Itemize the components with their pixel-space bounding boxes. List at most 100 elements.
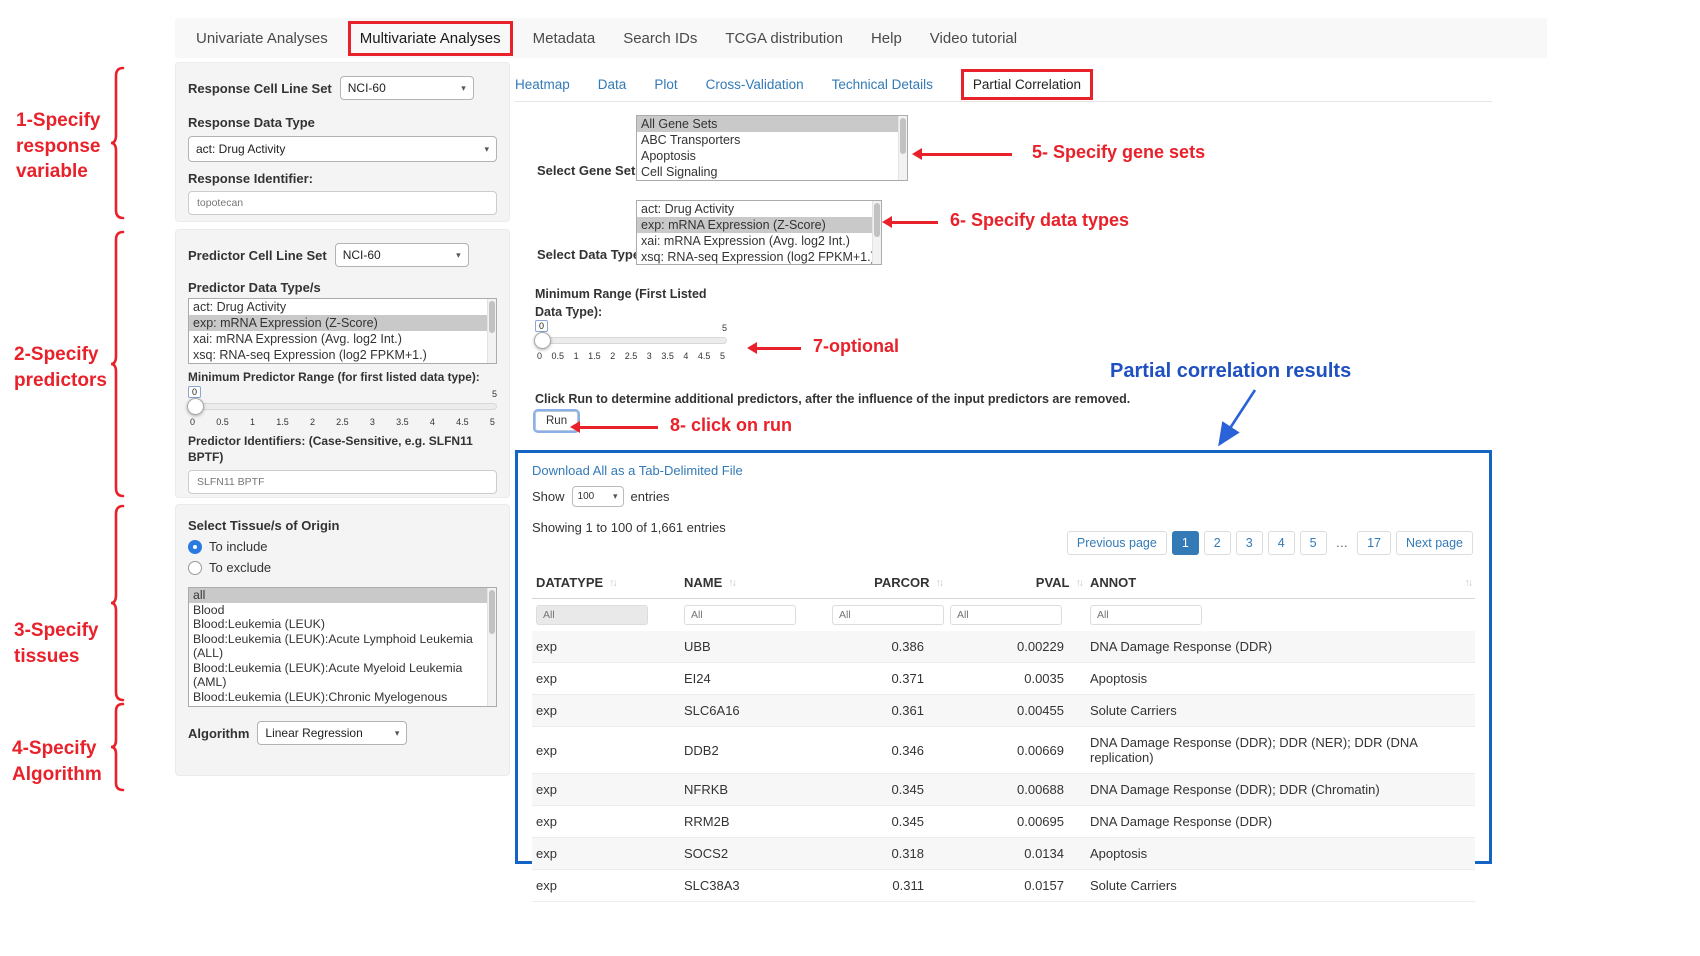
nav-item[interactable]: Multivariate Analyses [348, 21, 513, 56]
listbox-option[interactable]: xai: mRNA Expression (Avg. log2 Int.) [189, 331, 496, 347]
nav-item[interactable]: Metadata [520, 30, 609, 47]
predictor-range-slider[interactable]: 0 5 00.511.522.533.544.55 [188, 386, 497, 432]
tissue-include-option[interactable]: To include [188, 539, 497, 554]
slider-tick-label: 4.5 [456, 417, 469, 427]
cell-parcor: 0.311 [828, 870, 946, 901]
slider-track[interactable] [535, 337, 727, 344]
listbox-option[interactable]: Apoptosis [637, 148, 907, 164]
algorithm-select[interactable]: Linear Regression ▾ [257, 721, 407, 745]
listbox-option[interactable]: exp: mRNA Expression (Z-Score) [189, 315, 496, 331]
listbox-option[interactable]: Blood:Leukemia (LEUK):Acute Lymphoid Leu… [189, 632, 496, 661]
tab[interactable]: Partial Correlation [961, 69, 1093, 100]
page-button[interactable]: 4 [1268, 531, 1295, 555]
listbox-option[interactable]: Blood:Leukemia (LEUK):Acute Myeloid Leuk… [189, 661, 496, 690]
predictor-cell-line-set-select[interactable]: NCI-60 ▾ [335, 243, 469, 267]
filter-annot-input[interactable] [1090, 605, 1202, 625]
sort-icon[interactable]: ↑↓ [1076, 577, 1083, 589]
slider-tick-label: 0.5 [552, 351, 565, 361]
listbox-option[interactable]: act: Drug Activity [637, 201, 881, 217]
tab[interactable]: Heatmap [515, 77, 570, 92]
listbox-option[interactable]: act: Drug Activity [189, 299, 496, 315]
listbox-option[interactable]: xsq: RNA-seq Expression (log2 FPKM+1.) [189, 347, 496, 363]
table-row[interactable]: exp DDB2 0.346 0.00669 DNA Damage Respon… [532, 727, 1475, 774]
page-button[interactable]: 3 [1236, 531, 1263, 555]
listbox-option[interactable]: ABC Transporters [637, 132, 907, 148]
listbox-option[interactable]: all [189, 588, 496, 603]
entries-per-page-select[interactable]: 100 ▾ [572, 486, 624, 507]
radio-unselected-icon[interactable] [188, 561, 202, 575]
listbox-option[interactable]: All Gene Sets [637, 116, 907, 132]
table-row[interactable]: exp SLC38A3 0.311 0.0157 Solute Carriers [532, 870, 1475, 902]
tab[interactable]: Cross-Validation [706, 77, 804, 92]
page-button[interactable]: 5 [1300, 531, 1327, 555]
sort-icon[interactable]: ↑↓ [728, 577, 735, 589]
listbox-option[interactable]: xsq: RNA-seq Expression (log2 FPKM+1.) [637, 249, 881, 265]
slider-handle[interactable] [534, 332, 551, 349]
listbox-option[interactable]: Blood [189, 603, 496, 618]
page-button[interactable]: 17 [1357, 531, 1391, 555]
next-page-button[interactable]: Next page [1396, 531, 1473, 555]
predictor-identifiers-input[interactable] [188, 470, 497, 494]
nav-item[interactable]: Search IDs [610, 30, 710, 47]
response-identifier-input[interactable] [188, 191, 497, 215]
annotation-step4: 4-Specify Algorithm [12, 736, 108, 787]
data-types-listbox[interactable]: act: Drug Activityexp: mRNA Expression (… [636, 200, 882, 265]
scrollbar-thumb[interactable] [900, 118, 906, 154]
tissue-listbox[interactable]: allBloodBlood:Leukemia (LEUK)Blood:Leuke… [188, 587, 497, 707]
sort-icon[interactable]: ↑↓ [936, 577, 943, 589]
listbox-option[interactable]: Blood:Leukemia (LEUK) [189, 617, 496, 632]
scrollbar-thumb[interactable] [874, 203, 880, 237]
slider-tick-label: 1 [250, 417, 255, 427]
table-row[interactable]: exp UBB 0.386 0.00229 DNA Damage Respons… [532, 631, 1475, 663]
table-row[interactable]: exp EI24 0.371 0.0035 Apoptosis [532, 663, 1475, 695]
column-header-parcor[interactable]: PARCOR ↑↓ [828, 569, 946, 598]
scrollbar-thumb[interactable] [489, 301, 495, 333]
table-row[interactable]: exp NFRKB 0.345 0.00688 DNA Damage Respo… [532, 774, 1475, 806]
listbox-option[interactable]: xai: mRNA Expression (Avg. log2 Int.) [637, 233, 881, 249]
slider-tick-label: 4 [430, 417, 435, 427]
listbox-option[interactable]: exp: mRNA Expression (Z-Score) [637, 217, 881, 233]
gene-sets-listbox[interactable]: All Gene SetsABC TransportersApoptosisCe… [636, 115, 908, 181]
min-range-slider[interactable]: 0 5 00.511.522.533.544.55 [535, 320, 727, 366]
column-header-annot[interactable]: ANNOT ↑↓ [1086, 569, 1475, 598]
column-header-pval[interactable]: PVAL ↑↓ [946, 569, 1086, 598]
nav-item[interactable]: TCGA distribution [712, 30, 856, 47]
select-data-types-label: Select Data Types [537, 247, 647, 262]
filter-pval-input[interactable] [950, 605, 1062, 625]
column-header-name[interactable]: NAME ↑↓ [680, 569, 828, 598]
filter-name-input[interactable] [684, 605, 796, 625]
radio-selected-icon[interactable] [188, 540, 202, 554]
scrollbar[interactable] [898, 116, 907, 180]
response-cell-line-set-select[interactable]: NCI-60 ▾ [340, 76, 474, 100]
response-data-type-select[interactable]: act: Drug Activity ▾ [188, 136, 497, 162]
page-button[interactable]: 1 [1172, 531, 1199, 555]
sort-icon[interactable]: ↑↓ [609, 577, 616, 589]
table-row[interactable]: exp RRM2B 0.345 0.00695 DNA Damage Respo… [532, 806, 1475, 838]
sort-icon[interactable]: ↑↓ [1465, 577, 1472, 589]
listbox-option[interactable]: Blood:Leukemia (LEUK):Chronic Myelogenou… [189, 690, 496, 708]
tab[interactable]: Plot [654, 77, 677, 92]
slider-handle[interactable] [187, 398, 204, 415]
slider-track[interactable] [188, 403, 497, 410]
table-row[interactable]: exp SLC6A16 0.361 0.00455 Solute Carrier… [532, 695, 1475, 727]
page-button[interactable]: 2 [1204, 531, 1231, 555]
scrollbar[interactable] [872, 201, 881, 264]
table-row[interactable]: exp SOCS2 0.318 0.0134 Apoptosis [532, 838, 1475, 870]
scrollbar[interactable] [487, 588, 496, 706]
predictor-data-types-listbox[interactable]: act: Drug Activityexp: mRNA Expression (… [188, 298, 497, 364]
filter-datatype-input[interactable] [536, 605, 648, 625]
nav-item[interactable]: Help [858, 30, 915, 47]
tab[interactable]: Technical Details [832, 77, 933, 92]
scrollbar-thumb[interactable] [489, 590, 495, 634]
tissue-exclude-option[interactable]: To exclude [188, 560, 497, 575]
nav-item[interactable]: Univariate Analyses [183, 30, 341, 47]
filter-parcor-input[interactable] [832, 605, 944, 625]
download-link[interactable]: Download All as a Tab-Delimited File [532, 463, 1475, 478]
listbox-option[interactable]: Cell Signaling [637, 164, 907, 180]
scrollbar[interactable] [487, 299, 496, 363]
previous-page-button[interactable]: Previous page [1067, 531, 1167, 555]
tab[interactable]: Data [598, 77, 627, 92]
cell-datatype: exp [532, 631, 680, 662]
column-header-datatype[interactable]: DATATYPE ↑↓ [532, 569, 680, 598]
nav-item[interactable]: Video tutorial [917, 30, 1030, 47]
